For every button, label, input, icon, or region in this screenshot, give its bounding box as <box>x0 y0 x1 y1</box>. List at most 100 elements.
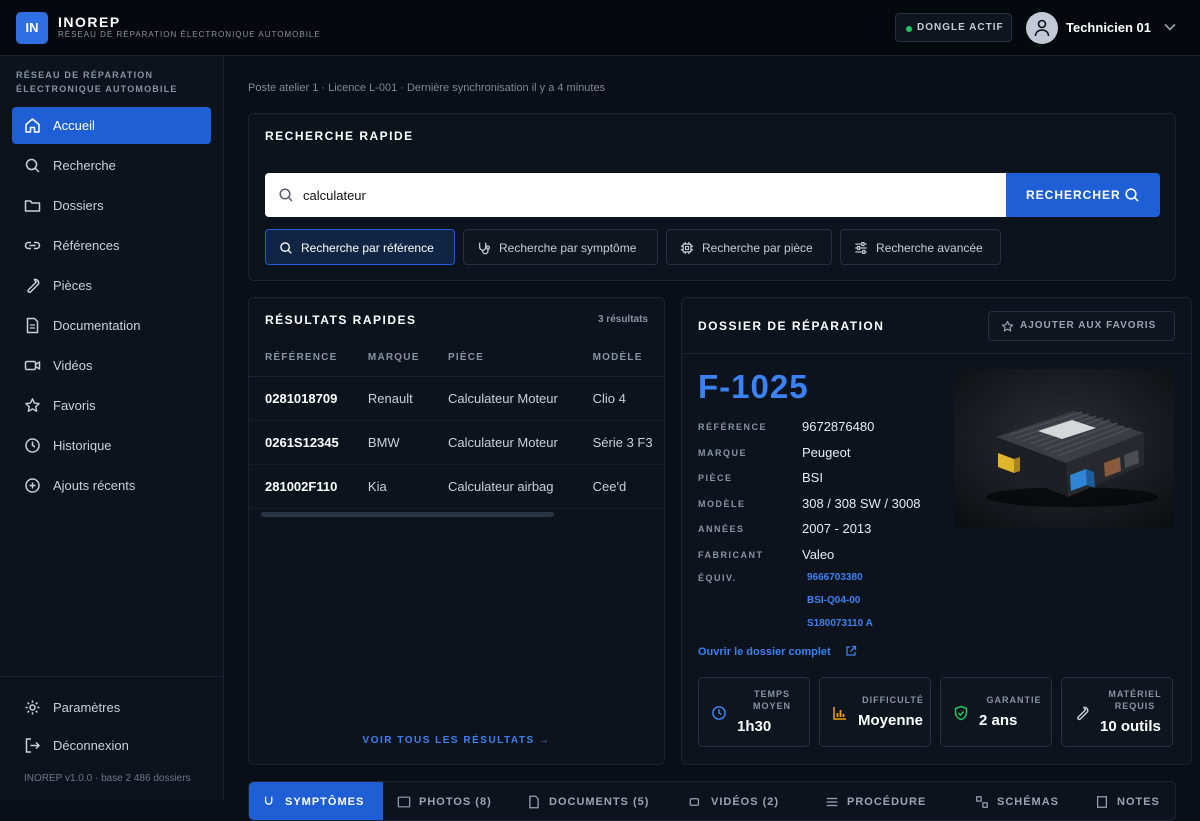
equiv-reference-link[interactable]: BSI-Q04-00 <box>807 595 860 606</box>
search-icon <box>25 158 40 173</box>
sidebar-item-historique[interactable]: Historique <box>12 427 211 464</box>
quick-search-panel: RECHERCHE RAPIDE RECHERCHER Recherche pa… <box>248 113 1176 281</box>
sidebar-item-parametres[interactable]: Paramètres <box>12 689 211 726</box>
dossier-tabs: SYMPTÔMES PHOTOS (8) DOCUMENTS (5) VIDÉO… <box>248 781 1176 821</box>
user-icon <box>1034 19 1050 37</box>
mode-label: Recherche par référence <box>301 241 434 255</box>
wrench-icon <box>1077 706 1089 721</box>
wrench-icon <box>27 278 40 294</box>
field-value-piece: BSI <box>802 470 823 485</box>
results-count: 3 résultats <box>597 314 648 325</box>
mode-label: Recherche par symptôme <box>499 241 637 255</box>
mode-avancee-button[interactable]: Recherche avancée <box>840 229 1001 265</box>
mode-symptome-button[interactable]: Recherche par symptôme <box>463 229 658 265</box>
horizontal-scrollbar[interactable] <box>261 512 554 517</box>
table-row[interactable]: 281002F110 Kia Calculateur airbag Cee'd <box>249 464 664 509</box>
sidebar-item-deconnexion[interactable]: Déconnexion <box>12 727 211 764</box>
sidebar-item-label: Recherche <box>53 158 116 173</box>
stat-label: DIFFICULTÉ <box>862 695 924 705</box>
view-all-results-link[interactable]: VOIR TOUS LES RÉSULTATS → <box>249 735 664 746</box>
tab-schemas[interactable]: SCHÉMAS <box>961 782 1081 820</box>
open-dossier-link[interactable]: Ouvrir le dossier complet <box>698 645 857 658</box>
table-row[interactable]: 0261S12345 BMW Calculateur Moteur Série … <box>249 420 664 465</box>
status-dot-icon <box>906 26 912 32</box>
sidebar-item-label: Historique <box>53 438 112 453</box>
stat-label: MATÉRIEL REQUIS <box>1108 689 1162 711</box>
sidebar-item-dossiers[interactable]: Dossiers <box>12 187 211 224</box>
cell-reference: 281002F110 <box>249 464 352 509</box>
user-avatar[interactable] <box>1026 12 1058 44</box>
tab-label: SCHÉMAS <box>997 796 1060 808</box>
sidebar-item-label: Pièces <box>53 278 93 293</box>
table-row[interactable]: 0281018709 Renault Calculateur Moteur Cl… <box>249 376 664 421</box>
stethoscope-icon <box>264 796 273 805</box>
sidebar-title: RÉSEAU DE RÉPARATION ÉLECTRONIQUE AUTOMO… <box>16 70 178 94</box>
mode-reference-button[interactable]: Recherche par référence <box>265 229 455 265</box>
stat-card-temps: TEMPS MOYEN 1h30 <box>698 677 810 747</box>
field-label: MARQUE <box>698 448 747 458</box>
sidebar-item-label: Favoris <box>53 398 96 413</box>
mode-piece-button[interactable]: Recherche par pièce <box>666 229 832 265</box>
plus-circle-icon <box>25 478 40 493</box>
tab-documents[interactable]: DOCUMENTS (5) <box>513 782 675 820</box>
cell-modele: Cee'd <box>576 464 664 509</box>
search-button[interactable]: RECHERCHER <box>1006 173 1160 217</box>
video-icon <box>689 798 700 806</box>
cell-piece: Calculateur Moteur <box>432 420 577 465</box>
field-value-modele: 308 / 308 SW / 3008 <box>802 496 921 511</box>
dongle-status-badge[interactable]: DONGLE ACTIF <box>895 13 1012 42</box>
field-label: ANNÉES <box>698 524 745 534</box>
stat-label: TEMPS MOYEN <box>752 689 791 711</box>
mode-label: Recherche avancée <box>876 241 983 255</box>
tab-photos[interactable]: PHOTOS (8) <box>383 782 513 820</box>
bar-chart-icon <box>833 707 846 720</box>
chip-icon <box>680 241 694 255</box>
sidebar-item-videos[interactable]: Vidéos <box>12 347 211 384</box>
folder-icon <box>24 200 41 212</box>
stat-card-materiel: MATÉRIEL REQUIS 10 outils <box>1061 677 1173 747</box>
clock-icon <box>712 706 726 720</box>
field-label: MODÈLE <box>698 499 746 509</box>
list-icon <box>826 797 838 807</box>
search-field[interactable] <box>265 173 1006 217</box>
sidebar-item-references[interactable]: Références <box>12 227 211 264</box>
home-icon <box>25 118 40 133</box>
sidebar-item-accueil[interactable]: Accueil <box>12 107 211 144</box>
tab-videos[interactable]: VIDÉOS (2) <box>675 782 811 820</box>
sidebar-item-favoris[interactable]: Favoris <box>12 387 211 424</box>
cell-reference: 0261S12345 <box>249 420 352 465</box>
star-icon <box>25 398 40 412</box>
sidebar-item-pieces[interactable]: Pièces <box>12 267 211 304</box>
cell-modele: Clio 4 <box>576 376 664 421</box>
tab-symptomes[interactable]: SYMPTÔMES <box>249 782 383 820</box>
search-icon <box>280 242 292 254</box>
cell-piece: Calculateur airbag <box>432 464 577 509</box>
search-input[interactable] <box>303 173 993 217</box>
workstation-status: Poste atelier 1 · Licence L-001 · Derniè… <box>248 82 606 94</box>
top-bar: IN INOREP RÉSEAU DE RÉPARATION ÉLECTRONI… <box>0 0 1200 56</box>
stat-value: 1h30 <box>737 718 772 735</box>
field-label: FABRICANT <box>698 550 764 560</box>
column-header[interactable]: PIÈCE <box>432 340 577 377</box>
field-value-marque: Peugeot <box>802 445 851 460</box>
sidebar-item-recherche[interactable]: Recherche <box>12 147 211 184</box>
equiv-reference-link[interactable]: S180073110 A <box>807 618 873 629</box>
tab-notes[interactable]: NOTES <box>1081 782 1175 820</box>
column-header[interactable]: MODÈLE <box>576 340 664 377</box>
sidebar-item-ajouts-recents[interactable]: Ajouts récents <box>12 467 211 504</box>
tab-label: PROCÉDURE <box>847 796 927 808</box>
column-header[interactable]: RÉFÉRENCE <box>249 340 352 377</box>
field-label: RÉFÉRENCE <box>698 422 768 432</box>
stat-value: 10 outils <box>1100 718 1161 735</box>
part-photo[interactable] <box>954 369 1174 528</box>
sidebar-item-documentation[interactable]: Documentation <box>12 307 211 344</box>
column-header[interactable]: MARQUE <box>351 340 433 377</box>
chevron-down-icon[interactable] <box>1164 23 1176 31</box>
add-favorite-button[interactable]: AJOUTER AUX FAVORIS <box>988 311 1175 341</box>
equiv-reference-link[interactable]: 9666703380 <box>807 572 863 583</box>
sidebar: RÉSEAU DE RÉPARATION ÉLECTRONIQUE AUTOMO… <box>0 56 224 800</box>
tab-procedure[interactable]: PROCÉDURE <box>811 782 961 820</box>
app-logo[interactable]: IN <box>16 12 48 44</box>
gear-icon <box>25 700 40 715</box>
user-name[interactable]: Technicien 01 <box>1066 20 1151 35</box>
